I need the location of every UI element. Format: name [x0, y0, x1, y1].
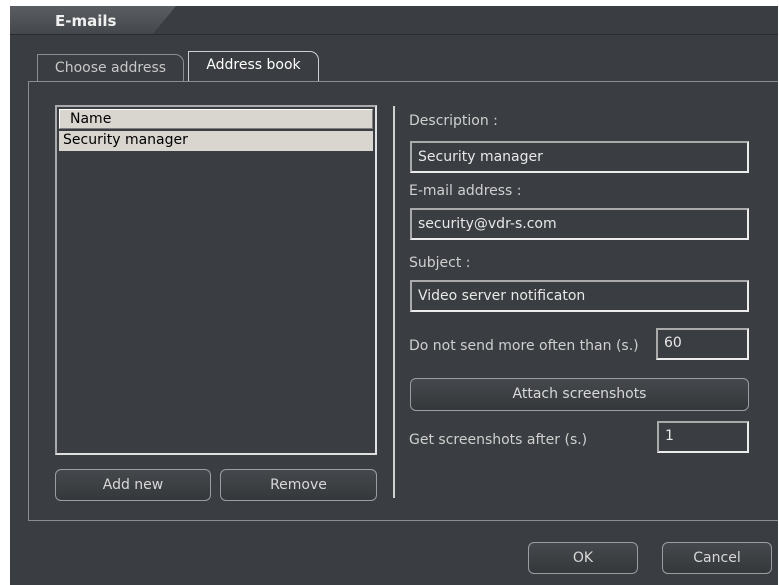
- ok-button[interactable]: OK: [528, 542, 638, 574]
- add-new-button[interactable]: Add new: [55, 469, 211, 501]
- frequency-field[interactable]: 60: [656, 328, 749, 360]
- delay-label: Get screenshots after (s.): [409, 432, 588, 448]
- subject-field[interactable]: Video server notificaton: [410, 280, 749, 312]
- title-divider: [10, 34, 778, 35]
- address-book-panel: Name Security manager Add new Remove Des…: [28, 81, 778, 521]
- list-column-header-name[interactable]: Name: [59, 109, 373, 129]
- tab-address-book[interactable]: Address book: [188, 51, 319, 82]
- list-item[interactable]: Security manager: [59, 131, 373, 151]
- emails-window: E-mails Choose address Address book Name…: [10, 6, 778, 585]
- subject-label: Subject :: [409, 255, 471, 271]
- vertical-divider: [393, 106, 395, 498]
- window-title-tab: E-mails: [10, 6, 176, 34]
- email-label: E-mail address :: [409, 183, 522, 199]
- delay-field[interactable]: 1: [657, 421, 749, 453]
- remove-button[interactable]: Remove: [220, 469, 377, 501]
- tab-choose-address[interactable]: Choose address: [37, 54, 184, 81]
- window-title: E-mails: [55, 12, 117, 30]
- address-list[interactable]: Name Security manager: [55, 105, 377, 455]
- cancel-button[interactable]: Cancel: [662, 542, 772, 574]
- attach-screenshots-button[interactable]: Attach screenshots: [410, 378, 749, 411]
- email-field[interactable]: security@vdr-s.com: [410, 208, 749, 240]
- description-field[interactable]: Security manager: [410, 141, 749, 173]
- frequency-label: Do not send more often than (s.): [409, 338, 639, 354]
- description-label: Description :: [409, 113, 498, 129]
